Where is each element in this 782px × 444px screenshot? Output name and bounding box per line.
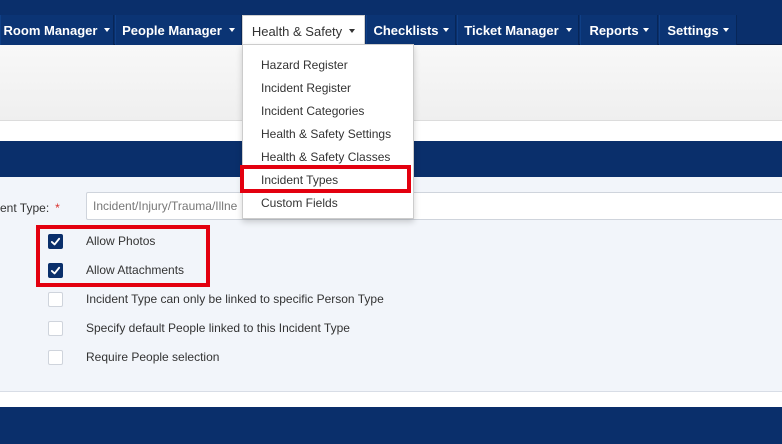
nav-checklists[interactable]: Checklists (366, 15, 456, 45)
menu-item-hs-settings[interactable]: Health & Safety Settings (243, 123, 413, 146)
caret-down-icon (722, 28, 729, 32)
caret-down-icon (349, 29, 356, 33)
nav-ticket-manager-label: Ticket Manager (464, 22, 559, 38)
checkbox-row-person-type[interactable]: Incident Type can only be linked to spec… (48, 291, 384, 307)
nav-ticket-manager[interactable]: Ticket Manager (457, 15, 579, 45)
default-people-checkbox[interactable] (48, 320, 63, 336)
nav-health-safety[interactable]: Health & Safety (242, 15, 365, 46)
person-type-only-label: Incident Type can only be linked to spec… (86, 292, 384, 306)
highlight-box-incident-types (240, 165, 411, 193)
incident-type-field-label: ent Type: * (0, 201, 60, 215)
incident-type-input[interactable]: Incident/Injury/Trauma/Illne (86, 192, 782, 220)
caret-down-icon (642, 28, 649, 32)
nav-reports-label: Reports (589, 22, 639, 38)
highlight-box-checkboxes (36, 225, 210, 287)
nav-settings-label: Settings (667, 22, 719, 38)
require-people-label: Require People selection (86, 350, 220, 364)
panel-footer (0, 407, 782, 444)
required-marker: * (55, 201, 60, 215)
menu-item-incident-register[interactable]: Incident Register (243, 77, 413, 100)
nav-room-manager[interactable]: Room Manager (0, 15, 114, 45)
require-people-checkbox[interactable] (48, 349, 63, 365)
caret-down-icon (565, 28, 572, 32)
nav-people-manager[interactable]: People Manager (115, 15, 242, 45)
caret-down-icon (228, 28, 235, 32)
checkbox-row-default-people[interactable]: Specify default People linked to this In… (48, 320, 350, 336)
menu-item-incident-categories[interactable]: Incident Categories (243, 100, 413, 123)
nav-people-manager-label: People Manager (122, 22, 222, 38)
nav-health-safety-label: Health & Safety (251, 23, 343, 39)
nav-reports[interactable]: Reports (580, 15, 658, 45)
checkbox-row-require-people[interactable]: Require People selection (48, 349, 219, 365)
field-label-text: ent Type: (0, 201, 50, 215)
menu-item-custom-fields[interactable]: Custom Fields (243, 192, 413, 215)
default-people-label: Specify default People linked to this In… (86, 321, 350, 335)
person-type-only-checkbox[interactable] (48, 291, 63, 307)
menu-item-hazard-register[interactable]: Hazard Register (243, 54, 413, 77)
nav-checklists-label: Checklists (373, 22, 439, 38)
page: Room Manager People Manager Health & Saf… (0, 0, 782, 444)
caret-down-icon (104, 28, 111, 32)
caret-down-icon (442, 28, 449, 32)
nav-settings[interactable]: Settings (659, 15, 737, 45)
main-navbar: Room Manager People Manager Health & Saf… (0, 0, 782, 46)
nav-room-manager-label: Room Manager (3, 22, 98, 38)
